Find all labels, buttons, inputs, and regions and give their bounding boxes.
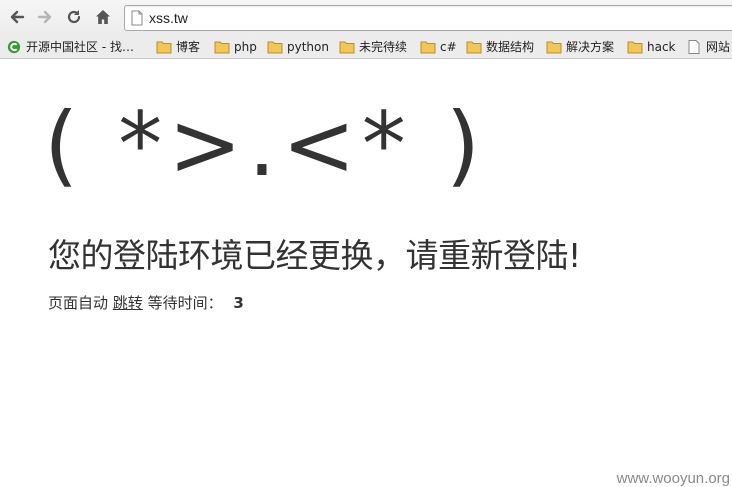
redirect-notice: 页面自动 跳转 等待时间： 3: [48, 292, 244, 313]
wait-label: 等待时间：: [147, 294, 223, 312]
page-icon: [131, 10, 143, 26]
relogin-message: 您的登陆环境已经更换，请重新登陆!: [48, 236, 581, 275]
bookmark-folder[interactable]: 数据结构: [466, 38, 534, 56]
home-button[interactable]: [92, 6, 114, 28]
folder-icon: [420, 41, 436, 54]
bookmarks-bar: 开源中国社区 - 找… 博客 php python 未完待续 c# 数据结构 解…: [0, 35, 732, 59]
bookmark-folder[interactable]: 博客: [156, 38, 200, 56]
bookmark-item[interactable]: 网站: [686, 38, 730, 56]
forward-arrow-icon: [37, 10, 52, 24]
folder-icon: [339, 41, 355, 54]
page-content: ( *>.<* ) 您的登陆环境已经更换，请重新登陆! 页面自动 跳转 等待时间…: [0, 59, 732, 487]
forward-button[interactable]: [34, 6, 56, 28]
folder-icon: [214, 41, 230, 54]
site-favicon-icon: [7, 40, 21, 54]
address-bar[interactable]: xss.tw: [124, 5, 732, 31]
bookmark-folder[interactable]: c#: [420, 38, 457, 56]
folder-icon: [466, 41, 482, 54]
reload-icon: [67, 10, 81, 24]
back-arrow-icon: [10, 10, 25, 24]
countdown-value: 3: [233, 294, 244, 312]
folder-icon: [156, 41, 172, 54]
back-button[interactable]: [6, 6, 28, 28]
bookmark-folder[interactable]: hack: [627, 38, 676, 56]
browser-toolbar: xss.tw: [0, 0, 732, 35]
redirect-link[interactable]: 跳转: [113, 294, 143, 312]
folder-icon: [267, 41, 283, 54]
reload-button[interactable]: [63, 6, 85, 28]
page-icon: [688, 40, 700, 54]
redirect-prefix: 页面自动: [48, 294, 109, 312]
folder-icon: [546, 41, 562, 54]
bookmark-folder[interactable]: php: [214, 38, 257, 56]
bookmark-item[interactable]: 开源中国社区 - 找…: [6, 38, 134, 56]
watermark: www.wooyun.org: [616, 470, 730, 487]
folder-icon: [627, 41, 643, 54]
bookmark-folder[interactable]: python: [267, 38, 329, 56]
home-icon: [96, 10, 110, 24]
bookmark-folder[interactable]: 未完待续: [339, 38, 407, 56]
emoticon-heading: ( *>.<* ): [44, 93, 487, 196]
bookmark-folder[interactable]: 解决方案: [546, 38, 614, 56]
address-url: xss.tw: [149, 10, 188, 26]
